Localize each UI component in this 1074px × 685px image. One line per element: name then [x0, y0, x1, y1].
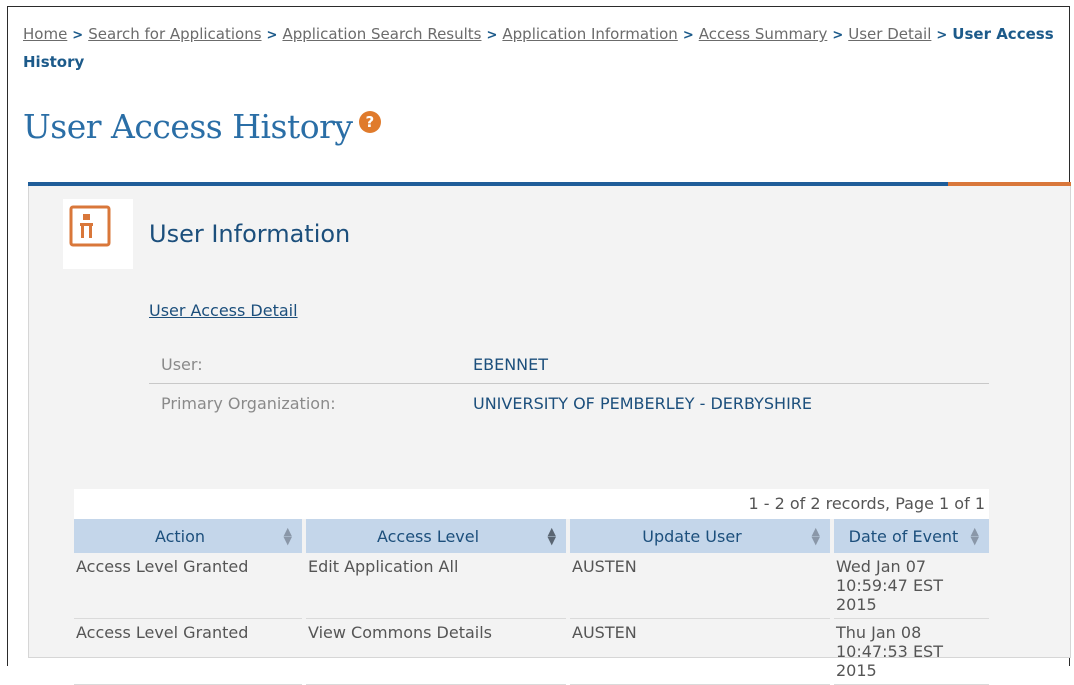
table-row: Access Level Granted Edit Application Al… — [74, 553, 989, 619]
access-history-table: Action ▲ ▼ Access Level ▲ ▼ Update User ▲ ▼ Da… — [70, 519, 993, 685]
access-history-grid: 1 - 2 of 2 records, Page 1 of 1 Action ▲ ▼… — [74, 489, 989, 685]
sort-icon[interactable]: ▲ ▼ — [971, 526, 979, 546]
breadcrumb: Home > Search for Applications > Application… — [23, 21, 1068, 76]
column-header-label: Access Level — [376, 526, 480, 546]
organization-label: Primary Organization: — [161, 393, 336, 413]
page-title: User Access History? — [23, 107, 381, 146]
info-row-organization: Primary Organization: UNIVERSITY OF PEMB… — [149, 384, 989, 423]
breadcrumb-separator: > — [682, 28, 694, 43]
cell-access-level: Edit Application All — [306, 553, 566, 619]
info-row-user: User: EBENNET — [149, 345, 989, 384]
user-information-panel: User Information User Access Detail User… — [28, 186, 1071, 685]
column-header-label: Action — [154, 526, 206, 546]
breadcrumb-search-applications[interactable]: Search for Applications — [88, 25, 261, 43]
help-icon[interactable]: ? — [358, 111, 381, 133]
cell-date-of-event: Wed Jan 07 10:59:47 EST 2015 — [834, 553, 989, 619]
user-access-detail-link[interactable]: User Access Detail — [149, 301, 298, 320]
content-frame: Home > Search for Applications > Application… — [7, 6, 1071, 685]
column-header-date-of-event[interactable]: Date of Event ▲ ▼ — [834, 519, 989, 553]
cell-date-of-event: Thu Jan 08 10:47:53 EST 2015 — [834, 619, 989, 685]
table-row: Access Level Granted View Commons Detail… — [74, 619, 989, 685]
column-header-action[interactable]: Action ▲ ▼ — [74, 519, 302, 553]
records-summary: 1 - 2 of 2 records, Page 1 of 1 — [74, 489, 989, 519]
breadcrumb-separator: > — [72, 28, 84, 43]
cell-update-user: AUSTEN — [570, 619, 830, 685]
user-label: User: — [149, 345, 461, 384]
user-badge-icon — [69, 205, 111, 247]
breadcrumb-home[interactable]: Home — [23, 25, 67, 43]
user-info-table: User: EBENNET Primary Organization: UNIV… — [149, 345, 989, 422]
organization-value: UNIVERSITY OF PEMBERLEY - DERBYSHIRE — [473, 393, 813, 413]
cell-access-level: View Commons Details — [306, 619, 566, 685]
breadcrumb-search-results[interactable]: Application Search Results — [282, 25, 481, 43]
breadcrumb-separator: > — [832, 28, 844, 43]
page-title-text: User Access History — [23, 107, 353, 146]
column-header-access-level[interactable]: Access Level ▲ ▼ — [306, 519, 566, 553]
cell-update-user: AUSTEN — [570, 553, 830, 619]
breadcrumb-access-summary[interactable]: Access Summary — [699, 25, 828, 43]
user-icon-box — [63, 199, 133, 269]
breadcrumb-separator: > — [486, 28, 498, 43]
breadcrumb-application-information[interactable]: Application Information — [502, 25, 677, 43]
cell-action: Access Level Granted — [74, 619, 302, 685]
sort-icon[interactable]: ▲ ▼ — [812, 526, 820, 546]
cell-action: Access Level Granted — [74, 553, 302, 619]
column-header-update-user[interactable]: Update User ▲ ▼ — [570, 519, 830, 553]
column-header-label: Update User — [642, 526, 742, 546]
panel-title: User Information — [149, 220, 351, 248]
sort-icon[interactable]: ▲ ▼ — [548, 526, 556, 546]
breadcrumb-separator: > — [936, 28, 948, 43]
breadcrumb-user-detail[interactable]: User Detail — [848, 25, 931, 43]
table-header-row: Action ▲ ▼ Access Level ▲ ▼ Update User ▲ ▼ Da… — [74, 519, 989, 553]
user-value: EBENNET — [461, 345, 989, 384]
column-header-label: Date of Event — [848, 526, 959, 546]
sort-icon[interactable]: ▲ ▼ — [284, 526, 292, 546]
breadcrumb-separator: > — [266, 28, 278, 43]
